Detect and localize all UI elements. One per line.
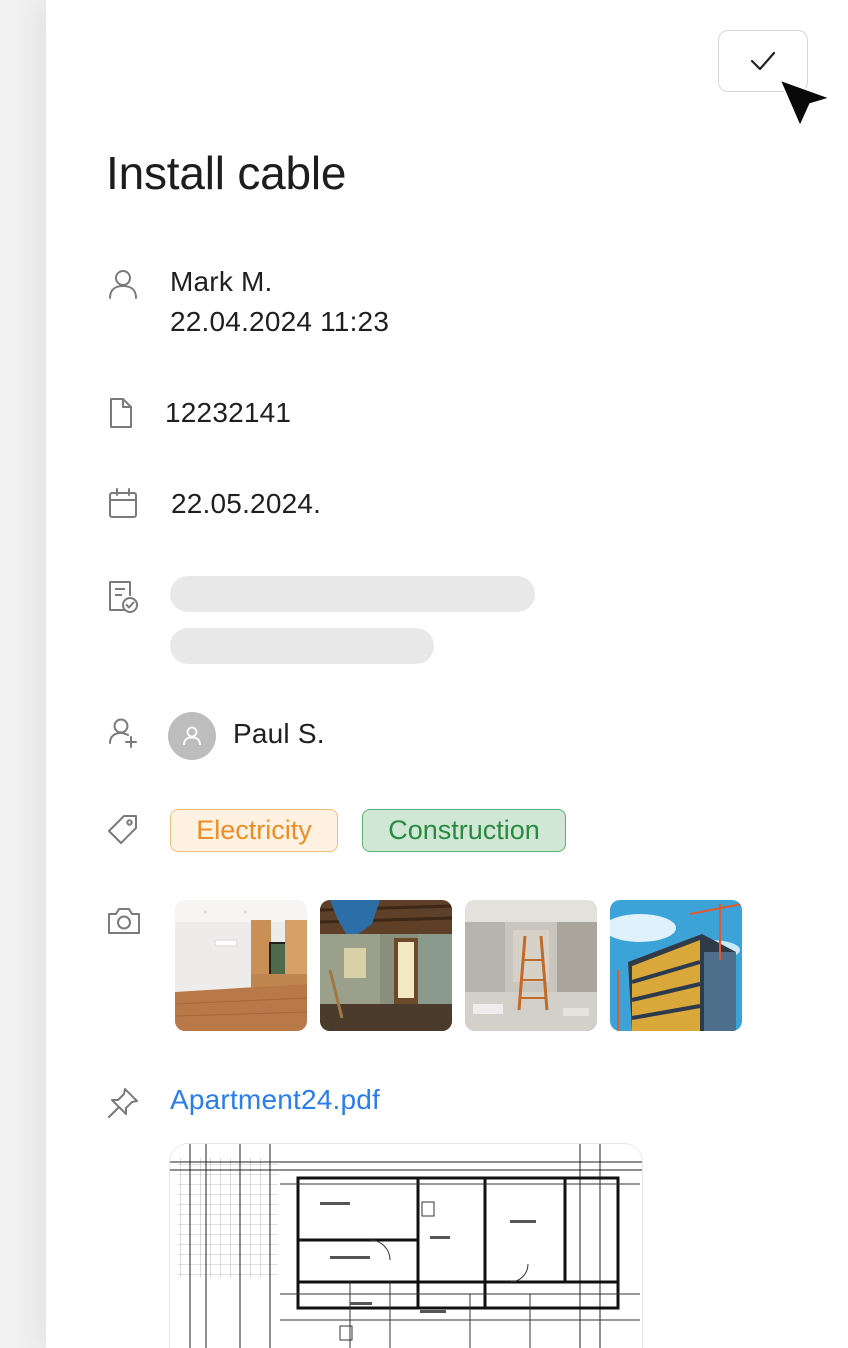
description-skeleton-line-1 [170, 576, 535, 612]
photo-thumbnail-room[interactable] [320, 900, 452, 1031]
assign-user-icon [109, 718, 137, 748]
avatar-user-icon [183, 726, 201, 746]
calendar-icon [109, 488, 137, 518]
user-icon [109, 270, 137, 299]
tag-construction[interactable]: Construction [362, 809, 566, 852]
photo-thumbnail-building[interactable] [610, 900, 742, 1031]
photo-thumbnail-ladder[interactable] [465, 900, 597, 1031]
checkmark-icon [750, 51, 776, 71]
task-title: Install cable [106, 147, 347, 199]
mouse-pointer-icon [779, 79, 831, 127]
assignee-name: Paul S. [233, 718, 325, 749]
pin-icon [108, 1088, 138, 1118]
attachment-pdf-link[interactable]: Apartment24.pdf [170, 1084, 380, 1116]
tag-electricity[interactable]: Electricity [170, 809, 338, 852]
created-timestamp: 22.04.2024 11:23 [170, 306, 390, 337]
camera-icon [108, 908, 140, 934]
creator-name: Mark M. [170, 266, 273, 297]
assignee-avatar [168, 712, 216, 760]
floor-plan-preview[interactable] [170, 1144, 642, 1348]
checklist-document-icon [109, 581, 138, 613]
photo-thumbnail-kitchen[interactable] [175, 900, 307, 1031]
due-date: 22.05.2024. [171, 488, 322, 519]
description-skeleton-line-2 [170, 628, 434, 664]
task-number: 12232141 [165, 397, 292, 428]
document-icon [110, 398, 132, 428]
tag-icon [108, 815, 137, 844]
